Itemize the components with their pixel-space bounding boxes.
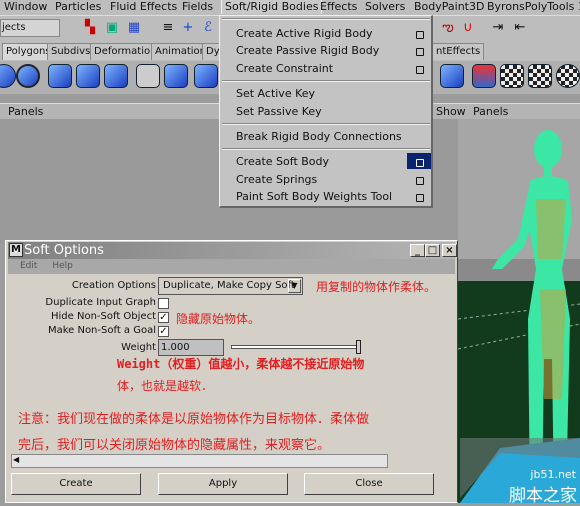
menu-item-create-springs[interactable]: Create Springs: [236, 173, 317, 187]
panels-menu-right[interactable]: Panels: [473, 105, 508, 118]
hide-non-soft-checkbox[interactable]: ✓: [158, 312, 169, 323]
creation-options-label: Creation Options: [71, 280, 156, 291]
annotation-note-1: 注意：我们现在做的柔体是以原始物体作为目标物体．柔体做: [18, 412, 370, 427]
annotation-note-2: 完后，我们可以关闭原始物体的隐藏属性，来观察它。: [18, 438, 331, 453]
uv-cylindrical-icon[interactable]: [472, 64, 496, 88]
annotation-hide: 隐藏原始物体。: [176, 312, 261, 326]
option-box-icon[interactable]: [416, 66, 424, 74]
menu-bar: Window Particles Fluid Effects Fields So…: [0, 0, 580, 15]
select-component-icon[interactable]: ▦: [126, 19, 142, 36]
weight-slider-handle[interactable]: [356, 340, 361, 354]
menu-fluid-effects[interactable]: Fluid Effects: [110, 0, 177, 14]
uv-spherical-icon[interactable]: [528, 64, 552, 88]
dialog-title-bar[interactable]: M Soft Options _ □ ×: [8, 242, 457, 259]
watermark-url: jb51.net: [530, 468, 576, 481]
poly-extract-icon[interactable]: [76, 64, 100, 88]
menu-separator: [222, 123, 430, 125]
dialog-menu-edit[interactable]: Edit: [20, 261, 37, 271]
menu-soft-rigid-bodies[interactable]: Soft/Rigid Bodies: [221, 0, 323, 14]
uv-planar-icon[interactable]: [440, 64, 464, 88]
menu-separator: [222, 80, 430, 82]
menu-item-create-active-rigid-body[interactable]: Create Active Rigid Body: [236, 27, 373, 41]
select-hierarchy-icon[interactable]: ▚: [82, 19, 98, 36]
creation-options-value: Duplicate, Make Copy Soft: [163, 280, 295, 291]
tab-painteffects[interactable]: ntEffects: [432, 43, 485, 60]
uv-automatic-icon[interactable]: [556, 64, 580, 88]
scroll-left-icon[interactable]: ◀: [13, 455, 19, 464]
option-box-icon[interactable]: [416, 159, 424, 167]
duplicate-input-graph-checkbox[interactable]: [158, 298, 169, 309]
maya-logo-icon: M: [9, 243, 23, 257]
make-live-icon[interactable]: ∪: [460, 19, 476, 36]
menu-item-set-active-key[interactable]: Set Active Key: [236, 87, 315, 101]
watermark-name: 脚本之家: [509, 486, 577, 506]
poly-combine-icon[interactable]: [16, 64, 40, 88]
option-box-icon[interactable]: [416, 177, 424, 185]
create-button[interactable]: Create: [11, 473, 141, 495]
poly-extrude-icon[interactable]: [164, 64, 188, 88]
menu-item-create-soft-body[interactable]: Create Soft Body: [236, 155, 329, 169]
annotation-weight-2: 体，也就是越软．: [117, 379, 214, 393]
menu-separator: [222, 148, 430, 150]
option-box-icon[interactable]: [416, 31, 424, 39]
object-name-field[interactable]: jects: [0, 19, 60, 37]
select-object-icon[interactable]: ▣: [104, 19, 120, 36]
weight-slider[interactable]: [231, 345, 361, 349]
snap-grid-icon[interactable]: +: [180, 19, 196, 36]
tab-subdivs[interactable]: Subdivs: [47, 43, 95, 60]
menu-item-create-passive-rigid-body[interactable]: Create Passive Rigid Body: [236, 44, 379, 58]
output-icon[interactable]: ⇤: [512, 19, 528, 36]
dialog-menu-help[interactable]: Help: [52, 261, 73, 271]
tab-deformation[interactable]: Deformation: [90, 43, 161, 60]
dialog-menu-bar: Edit Help: [8, 259, 455, 274]
menu-item-set-passive-key[interactable]: Set Passive Key: [236, 105, 322, 119]
soft-options-dialog: M Soft Options _ □ × Edit Help Creation …: [5, 240, 458, 503]
dialog-title: Soft Options: [24, 243, 104, 258]
lock-selection-icon[interactable]: ≡: [160, 19, 176, 36]
maximize-button[interactable]: □: [425, 244, 440, 257]
chevron-down-icon[interactable]: ▼: [288, 279, 301, 293]
snap-curve-icon[interactable]: ℰ: [200, 19, 216, 36]
make-goal-label: Make Non-Soft a Goal: [47, 325, 156, 336]
show-menu[interactable]: Show: [436, 105, 466, 118]
menu-fields[interactable]: Fields: [182, 0, 213, 14]
option-box-icon[interactable]: [416, 194, 424, 202]
creation-options-dropdown[interactable]: Duplicate, Make Copy Soft ▼: [158, 277, 303, 295]
panels-menu-left[interactable]: Panels: [8, 105, 43, 118]
apply-button[interactable]: Apply: [158, 473, 288, 495]
watermark: jb51.net 脚本之家: [460, 438, 580, 506]
poly-split-icon[interactable]: [194, 64, 218, 88]
snap-view-icon[interactable]: ఌ: [440, 19, 456, 36]
weight-input[interactable]: 1.000: [158, 339, 224, 356]
menu-particles[interactable]: Particles: [55, 0, 101, 14]
menu-window[interactable]: Window: [4, 0, 47, 14]
uv-checker-icon[interactable]: [500, 64, 524, 88]
hide-non-soft-label: Hide Non-Soft Object: [51, 311, 156, 322]
poly-sculpt-icon[interactable]: [136, 64, 160, 88]
duplicate-input-graph-label: Duplicate Input Graph: [45, 297, 156, 308]
minimize-button[interactable]: _: [410, 244, 425, 257]
close-button[interactable]: Close: [304, 473, 434, 495]
option-box-icon[interactable]: [416, 48, 424, 56]
poly-separate-icon[interactable]: [48, 64, 72, 88]
menu-solvers[interactable]: Solvers: [365, 0, 405, 14]
menu-item-create-constraint[interactable]: Create Constraint: [236, 62, 333, 76]
annotation-duplicate: 用复制的物体作柔体。: [316, 280, 437, 294]
weight-label: Weight: [121, 342, 156, 353]
horizontal-scrollbar[interactable]: ◀: [11, 454, 388, 468]
poly-smooth-icon[interactable]: [104, 64, 128, 88]
menu-bodypaint3d[interactable]: BodyPaint3D: [414, 0, 484, 14]
input-icon[interactable]: ⇥: [490, 19, 506, 36]
menu-effects[interactable]: Effects: [320, 0, 357, 14]
poly-sphere-icon[interactable]: [0, 64, 16, 88]
menu-item-break-rigid-body-connections[interactable]: Break Rigid Body Connections: [236, 130, 402, 144]
soft-rigid-bodies-menu: Create Active Rigid Body Create Passive …: [219, 15, 433, 208]
annotation-weight-1: Weight（权重）值越小，柔体越不接近原始物: [117, 357, 365, 371]
menu-item-paint-soft-body-weights[interactable]: Paint Soft Body Weights Tool: [236, 190, 392, 204]
make-goal-checkbox[interactable]: ✓: [158, 326, 169, 337]
menu-byronspolytools[interactable]: ByronsPolyTools 1.: [487, 0, 580, 14]
close-window-button[interactable]: ×: [442, 244, 457, 257]
